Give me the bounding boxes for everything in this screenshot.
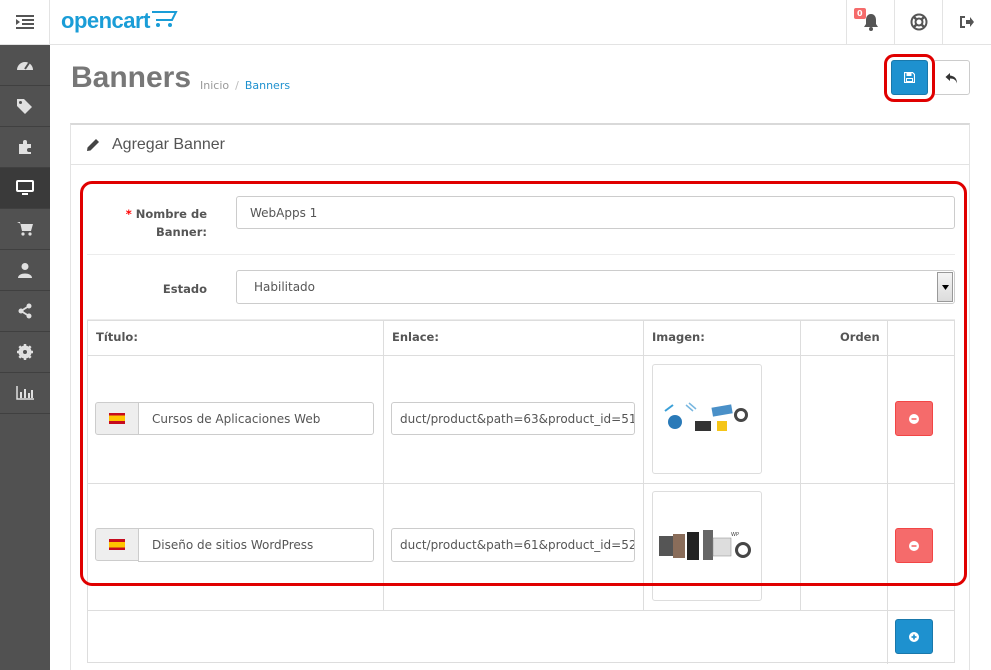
sidebar-item-system[interactable] bbox=[0, 332, 50, 373]
notifications-button[interactable]: 0 bbox=[846, 0, 894, 44]
top-header: opencart 0 bbox=[0, 0, 991, 45]
sidebar-item-customers[interactable] bbox=[0, 250, 50, 291]
pencil-icon bbox=[87, 138, 99, 151]
cart-icon bbox=[17, 222, 33, 236]
share-icon bbox=[18, 303, 32, 319]
breadcrumb-separator: / bbox=[235, 79, 239, 92]
desktop-icon bbox=[16, 180, 34, 195]
logo-cart-icon bbox=[151, 11, 178, 27]
sidebar-item-catalog[interactable] bbox=[0, 86, 50, 127]
plus-circle-icon bbox=[909, 631, 919, 642]
puzzle-icon bbox=[19, 140, 31, 154]
sidebar-item-design[interactable] bbox=[0, 168, 50, 209]
life-ring-icon bbox=[910, 13, 927, 31]
sidebar-item-reports[interactable] bbox=[0, 373, 50, 414]
notification-badge: 0 bbox=[854, 8, 866, 19]
logo-text: opencart bbox=[61, 8, 150, 33]
menu-toggle-icon bbox=[15, 15, 34, 29]
highlight-form-annotation bbox=[80, 181, 967, 586]
panel-title: Agregar Banner bbox=[112, 135, 225, 153]
highlight-save-annotation bbox=[884, 54, 935, 102]
user-icon bbox=[18, 263, 32, 278]
logout-button[interactable] bbox=[942, 0, 990, 44]
breadcrumb-banners-link[interactable]: Banners bbox=[245, 79, 290, 92]
dashboard-icon bbox=[17, 62, 33, 70]
tags-icon bbox=[17, 99, 32, 114]
reply-icon bbox=[945, 72, 957, 83]
back-button[interactable] bbox=[933, 60, 970, 95]
breadcrumb: Inicio / Banners bbox=[200, 79, 290, 92]
panel-heading: Agregar Banner bbox=[71, 125, 969, 165]
bar-chart-icon bbox=[16, 386, 34, 400]
sidebar-item-extensions[interactable] bbox=[0, 127, 50, 168]
sidebar bbox=[0, 45, 50, 670]
help-button[interactable] bbox=[894, 0, 942, 44]
sidebar-item-dashboard[interactable] bbox=[0, 45, 50, 86]
sidebar-item-sales[interactable] bbox=[0, 209, 50, 250]
logout-icon bbox=[959, 16, 974, 28]
add-image-button[interactable] bbox=[895, 619, 933, 654]
page-title: Banners bbox=[71, 61, 192, 94]
sidebar-item-marketing[interactable] bbox=[0, 291, 50, 332]
menu-toggle-button[interactable] bbox=[0, 0, 50, 44]
opencart-logo[interactable]: opencart bbox=[61, 8, 178, 36]
cog-icon bbox=[17, 344, 33, 360]
breadcrumb-home-link[interactable]: Inicio bbox=[200, 79, 229, 92]
